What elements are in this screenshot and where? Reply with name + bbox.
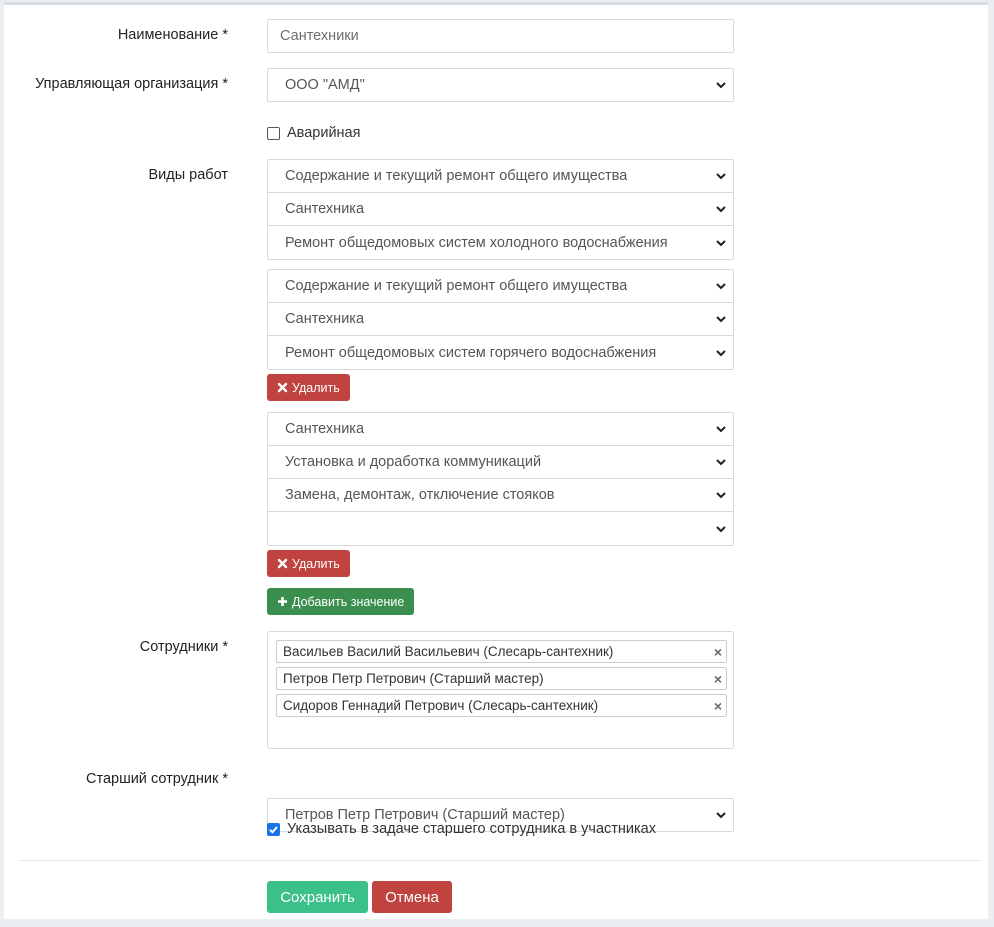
form-panel: Наименование * Управляющая организация *… bbox=[4, 2, 988, 919]
include-senior-label: Указывать в задаче старшего сотрудника в… bbox=[287, 821, 656, 837]
emergency-checkbox[interactable] bbox=[267, 126, 280, 140]
work-type-group-1: Содержание и текущий ремонт общего имуще… bbox=[267, 159, 734, 260]
work-type-select[interactable]: Сантехника bbox=[268, 193, 733, 226]
work-type-select-value: Замена, демонтаж, отключение стояков bbox=[285, 487, 555, 503]
chevron-down-icon bbox=[716, 316, 726, 323]
work-type-select-value: Установка и доработка коммуникаций bbox=[285, 454, 542, 470]
senior-label: Старший сотрудник * bbox=[86, 771, 228, 787]
delete-group-2-button[interactable]: Удалить bbox=[267, 374, 350, 401]
employee-tag: Сидоров Геннадий Петрович (Слесарь-санте… bbox=[276, 694, 727, 717]
work-type-select-value: Содержание и текущий ремонт общего имуще… bbox=[285, 278, 628, 294]
close-icon[interactable]: × bbox=[714, 698, 722, 714]
work-type-select-value: Ремонт общедомовых систем холодного водо… bbox=[285, 234, 668, 251]
chevron-down-icon bbox=[716, 239, 726, 246]
chevron-down-icon bbox=[716, 173, 726, 180]
work-type-select[interactable]: Содержание и текущий ремонт общего имуще… bbox=[268, 270, 733, 303]
emergency-label: Аварийная bbox=[287, 125, 361, 141]
x-icon bbox=[277, 382, 288, 393]
add-value-button[interactable]: Добавить значение bbox=[267, 588, 415, 615]
work-type-select[interactable]: Замена, демонтаж, отключение стояков bbox=[268, 479, 733, 512]
chevron-down-icon bbox=[716, 525, 726, 532]
chevron-down-icon bbox=[716, 812, 726, 819]
work-type-select[interactable]: Установка и доработка коммуникаций bbox=[268, 446, 733, 479]
employee-tag-label: Васильев Василий Васильевич (Слесарь-сан… bbox=[283, 644, 614, 659]
employee-tag: Васильев Василий Васильевич (Слесарь-сан… bbox=[276, 640, 727, 663]
close-icon[interactable]: × bbox=[714, 671, 722, 687]
work-type-select-value: Содержание и текущий ремонт общего имуще… bbox=[285, 168, 628, 184]
x-icon bbox=[277, 558, 288, 569]
chevron-down-icon bbox=[716, 283, 726, 290]
name-label: Наименование * bbox=[117, 27, 228, 43]
work-type-select[interactable]: Сантехника bbox=[268, 303, 733, 336]
chevron-down-icon bbox=[716, 206, 726, 213]
plus-icon bbox=[278, 597, 287, 606]
divider bbox=[19, 860, 981, 861]
work-type-select-value: Сантехника bbox=[285, 421, 365, 437]
work-types-label: Виды работ bbox=[148, 167, 228, 183]
chevron-down-icon bbox=[716, 349, 726, 356]
work-type-select-value: Сантехника bbox=[285, 201, 365, 217]
chevron-down-icon bbox=[716, 82, 726, 89]
chevron-down-icon bbox=[716, 492, 726, 499]
close-icon[interactable]: × bbox=[714, 644, 722, 660]
work-type-group-3: Сантехника Установка и доработка коммуни… bbox=[267, 412, 734, 546]
org-select[interactable]: ООО "АМД" bbox=[267, 68, 734, 102]
work-type-select[interactable] bbox=[268, 512, 733, 545]
include-senior-checkbox[interactable] bbox=[267, 822, 280, 836]
employees-label: Сотрудники * bbox=[139, 639, 228, 655]
check-icon bbox=[269, 825, 278, 834]
emergency-checkbox-row[interactable]: Аварийная bbox=[267, 125, 360, 141]
work-type-select[interactable]: Ремонт общедомовых систем холодного водо… bbox=[268, 226, 733, 259]
work-type-select[interactable]: Сантехника bbox=[268, 413, 733, 446]
include-senior-row[interactable]: Указывать в задаче старшего сотрудника в… bbox=[267, 821, 656, 837]
org-select-value: ООО "АМД" bbox=[285, 77, 365, 93]
employee-tag-label: Петров Петр Петрович (Старший мастер) bbox=[283, 671, 544, 686]
delete-group-3-button[interactable]: Удалить bbox=[267, 550, 350, 577]
name-input[interactable] bbox=[267, 19, 734, 53]
chevron-down-icon bbox=[716, 459, 726, 466]
delete-button-label: Удалить bbox=[292, 556, 340, 571]
save-button[interactable]: Сохранить bbox=[267, 881, 368, 913]
work-type-select[interactable]: Ремонт общедомовых систем горячего водос… bbox=[268, 336, 733, 369]
work-type-group-2: Содержание и текущий ремонт общего имуще… bbox=[267, 269, 734, 370]
employee-tag: Петров Петр Петрович (Старший мастер) × bbox=[276, 667, 727, 690]
work-type-select-value: Сантехника bbox=[285, 311, 365, 327]
employee-tag-label: Сидоров Геннадий Петрович (Слесарь-санте… bbox=[283, 698, 599, 713]
employees-multiselect[interactable]: Васильев Василий Васильевич (Слесарь-сан… bbox=[267, 631, 734, 749]
work-type-select[interactable]: Содержание и текущий ремонт общего имуще… bbox=[268, 160, 733, 193]
chevron-down-icon bbox=[716, 426, 726, 433]
work-type-select-value: Ремонт общедомовых систем горячего водос… bbox=[285, 344, 657, 361]
org-label: Управляющая организация * bbox=[35, 76, 228, 92]
cancel-button[interactable]: Отмена bbox=[372, 881, 452, 913]
delete-button-label: Удалить bbox=[292, 380, 340, 395]
add-value-label: Добавить значение bbox=[292, 594, 405, 609]
